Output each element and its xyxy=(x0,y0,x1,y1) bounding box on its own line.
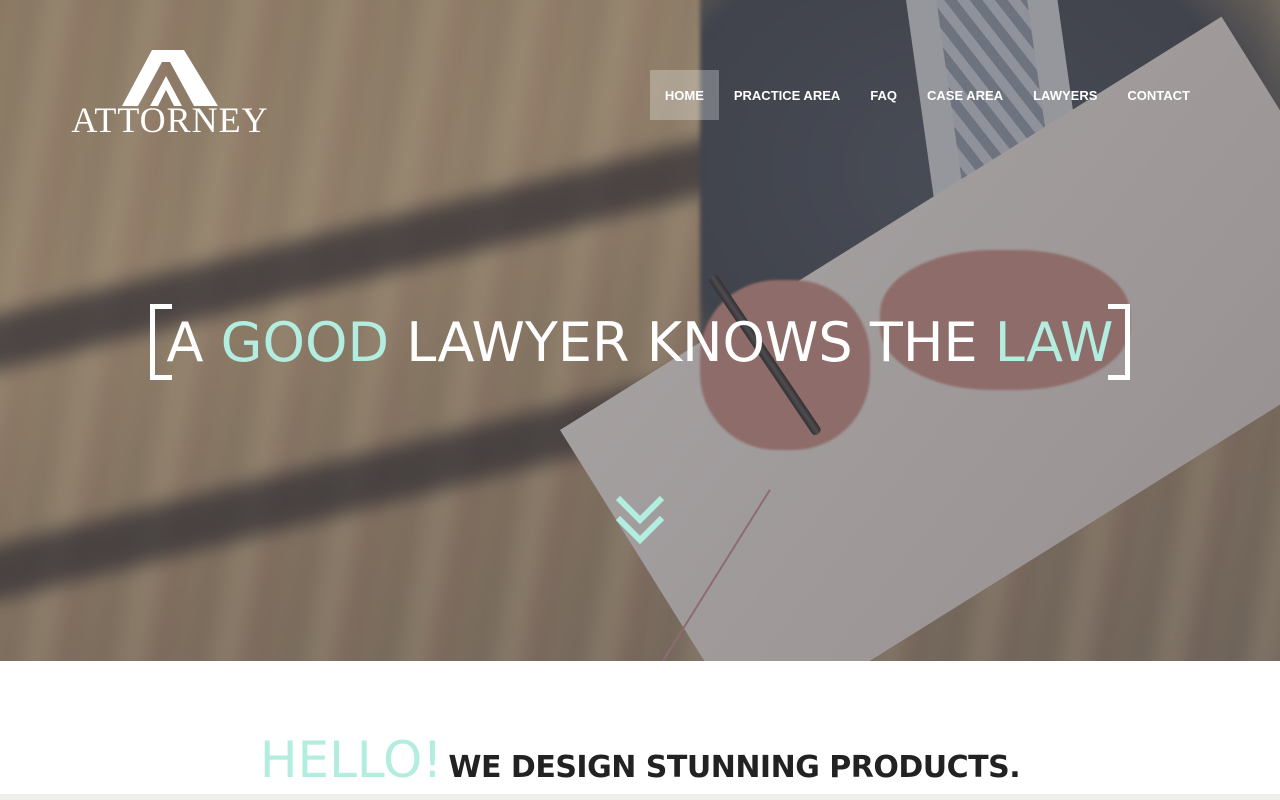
main-navigation: HOME PRACTICE AREA FAQ CASE AREA LAWYERS… xyxy=(649,70,1205,120)
nav-item-practice-area[interactable]: PRACTICE AREA xyxy=(719,70,855,120)
nav-item-home[interactable]: HOME xyxy=(649,70,719,120)
double-chevron-down-icon xyxy=(615,495,665,545)
headline-accent-law: LAW xyxy=(994,311,1114,374)
headline-part-1: A xyxy=(166,311,221,374)
intro-heading: HELLO! WE DESIGN STUNNING PRODUCTS. xyxy=(0,731,1280,789)
brand-logo[interactable]: ATTORNEY xyxy=(70,50,270,140)
logo-text: ATTORNEY xyxy=(71,100,269,140)
nav-item-case-area[interactable]: CASE AREA xyxy=(912,70,1018,120)
headline-accent-good: GOOD xyxy=(220,311,390,374)
nav-item-faq[interactable]: FAQ xyxy=(855,70,912,120)
intro-section: HELLO! WE DESIGN STUNNING PRODUCTS. xyxy=(0,661,1280,800)
headline-text: A GOOD LAWYER KNOWS THE LAW xyxy=(150,312,1130,374)
next-section-edge xyxy=(0,794,1280,800)
roof-chevron-logo-icon xyxy=(122,50,218,106)
nav-item-lawyers[interactable]: LAWYERS xyxy=(1018,70,1112,120)
hero-headline: A GOOD LAWYER KNOWS THE LAW xyxy=(150,300,1130,384)
tagline-text: WE DESIGN STUNNING PRODUCTS. xyxy=(448,750,1021,785)
scroll-down-button[interactable] xyxy=(612,492,668,548)
headline-part-2: LAWYER KNOWS THE xyxy=(389,311,995,374)
nav-item-contact[interactable]: CONTACT xyxy=(1112,70,1205,120)
hero-section: ATTORNEY HOME PRACTICE AREA FAQ CASE ARE… xyxy=(0,0,1280,661)
hello-text: HELLO! xyxy=(259,731,443,789)
